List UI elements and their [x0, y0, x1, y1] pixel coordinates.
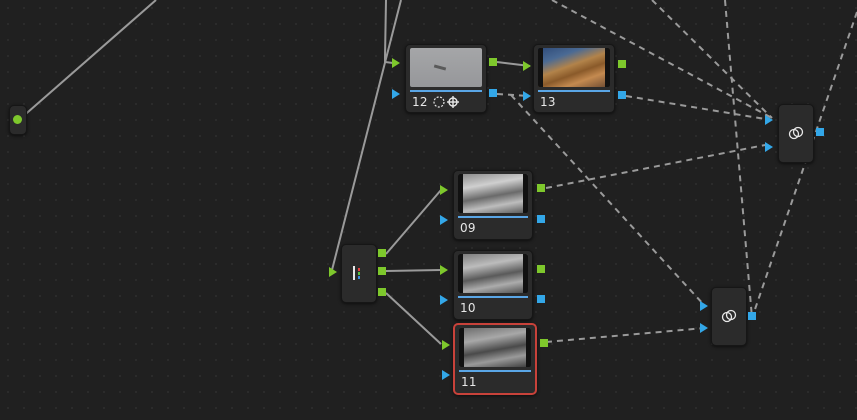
link-splitter-to-10	[385, 269, 442, 272]
combiner-b-output[interactable]	[748, 312, 756, 320]
link-splitter-to-11	[385, 292, 442, 345]
layer-mixer-node-b[interactable]	[711, 287, 747, 346]
node-10-rgb-output[interactable]	[537, 265, 545, 273]
node-12-rgb-input[interactable]	[392, 58, 400, 68]
node-11[interactable]: 11	[453, 323, 537, 395]
link-upstream-to-node-12	[384, 0, 387, 58]
node-09-thumbnail	[458, 174, 528, 213]
window-icon	[433, 96, 445, 108]
node-10[interactable]: 10	[453, 250, 533, 320]
dashed-link-12-to-combiner-b	[510, 94, 706, 307]
layer-mixer-icon	[788, 126, 804, 140]
node-12-alpha-input[interactable]	[392, 89, 400, 99]
node-10-progress-bar	[458, 296, 528, 298]
node-12-progress-bar	[410, 90, 482, 92]
node-13-alpha-input[interactable]	[523, 91, 531, 101]
combiner-b-input-2[interactable]	[700, 323, 708, 333]
node-10-alpha-input[interactable]	[440, 295, 448, 305]
splitter-output-blue[interactable]	[378, 288, 386, 296]
link-input-to-upstream	[19, 0, 157, 120]
node-11-progress-bar	[459, 370, 531, 372]
node-11-rgb-input[interactable]	[442, 340, 450, 350]
node-09-progress-bar	[458, 216, 528, 218]
node-09[interactable]: 09	[453, 170, 533, 240]
node-11-rgb-output[interactable]	[540, 339, 548, 347]
combiner-a-input-1[interactable]	[765, 115, 773, 125]
node-11-alpha-input[interactable]	[442, 370, 450, 380]
node-10-alpha-output[interactable]	[537, 295, 545, 303]
splitter-output-green[interactable]	[378, 267, 386, 275]
splitter-output-red[interactable]	[378, 249, 386, 257]
combiner-a-output[interactable]	[816, 128, 824, 136]
node-10-label: 10	[460, 301, 476, 315]
dashed-link-top3-to-combiner-b	[724, 0, 753, 319]
dashed-link-top2-to-combiner-a	[651, 0, 773, 119]
input-node[interactable]	[9, 105, 27, 135]
node-13-label: 13	[540, 95, 556, 109]
node-09-rgb-input[interactable]	[440, 185, 448, 195]
combiner-a-input-2[interactable]	[765, 142, 773, 152]
node-12-label: 12	[412, 95, 428, 109]
node-12-rgb-output[interactable]	[489, 58, 497, 66]
combiner-b-input-1[interactable]	[700, 301, 708, 311]
link-splitter-to-09	[385, 189, 442, 255]
link-upstream-to-splitter	[331, 0, 402, 271]
node-10-thumbnail	[458, 254, 528, 293]
node-09-alpha-input[interactable]	[440, 215, 448, 225]
node-09-alpha-output[interactable]	[537, 215, 545, 223]
node-13-rgb-output[interactable]	[618, 60, 626, 68]
node-09-rgb-output[interactable]	[537, 184, 545, 192]
node-12-alpha-output[interactable]	[489, 89, 497, 97]
layer-mixer-icon	[721, 309, 737, 323]
splitter-rgb-input[interactable]	[329, 267, 337, 277]
node-13-alpha-output[interactable]	[618, 91, 626, 99]
channel-splitter-node[interactable]	[341, 244, 377, 303]
node-13-progress-bar	[538, 90, 610, 92]
dashed-link-13-to-combiner-a	[625, 95, 766, 120]
dashed-link-11-to-combiner-b	[545, 327, 706, 343]
node-12-thumbnail	[410, 48, 482, 87]
input-port-icon[interactable]	[13, 115, 22, 124]
node-09-label: 09	[460, 221, 476, 235]
node-13-thumbnail	[538, 48, 610, 87]
dashed-link-right-to-combiner-b	[751, 11, 857, 319]
node-11-thumbnail	[459, 328, 531, 367]
dashed-link-09-to-combiner-a	[545, 144, 766, 189]
channel-splitter-icon	[353, 266, 360, 280]
node-13-rgb-input[interactable]	[523, 61, 531, 71]
layer-mixer-node-a[interactable]	[778, 104, 814, 163]
node-12[interactable]: 12	[405, 44, 487, 113]
node-11-label: 11	[461, 375, 477, 389]
node-13[interactable]: 13	[533, 44, 615, 113]
node-10-rgb-input[interactable]	[440, 265, 448, 275]
node-12-tool-icons	[433, 96, 459, 108]
